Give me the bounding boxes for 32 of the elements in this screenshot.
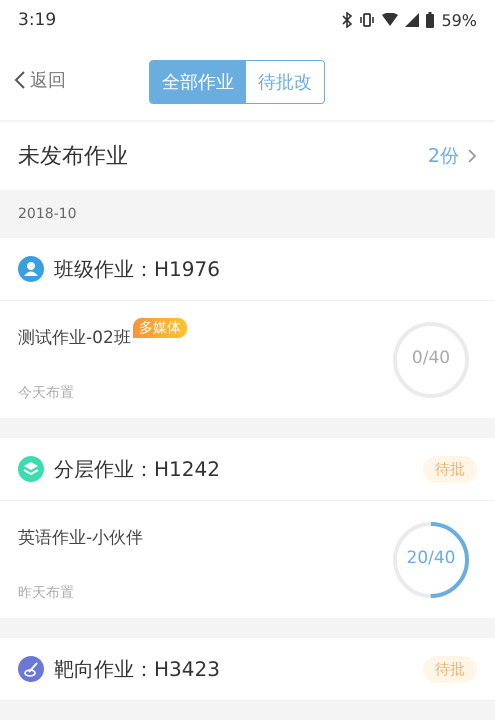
homework-name: 英语作业-小伙伴 <box>18 526 144 548</box>
date-header: 2018-10 <box>18 206 76 222</box>
media-tag: 多媒体 <box>132 318 187 338</box>
battery-level: 59% <box>441 10 477 30</box>
back-icon <box>14 70 26 90</box>
unpublished-count: 2份 <box>428 144 459 169</box>
battery-icon <box>426 12 434 28</box>
wifi-icon <box>382 13 398 27</box>
homework-card[interactable]: 分层作业：H1242 待批 英语作业-小伙伴 昨天布置 20/40 <box>0 438 495 618</box>
back-button[interactable]: 返回 <box>14 68 66 92</box>
person-icon <box>18 256 44 282</box>
progress-reading: 0/40 <box>410 348 452 368</box>
homework-title: 班级作业：H1976 <box>54 256 221 282</box>
homework-title: 分层作业：H1242 <box>54 456 221 482</box>
pending-badge: 待批 <box>423 656 477 682</box>
progress-reading: 20/40 <box>406 548 456 568</box>
assigned-date: 今天布置 <box>18 384 75 402</box>
target-icon <box>18 656 44 682</box>
homework-card[interactable]: 班级作业：H1976 测试作业-02班 多媒体 今天布置 0/40 <box>0 238 495 418</box>
homework-card[interactable]: 靶向作业：H3423 待批 <box>0 638 495 701</box>
homework-name: 测试作业-02班 <box>18 326 131 348</box>
status-time: 3:19 <box>18 10 56 30</box>
unpublished-row[interactable]: 未发布作业 2份 <box>0 122 495 190</box>
unpublished-title: 未发布作业 <box>18 143 129 171</box>
vibrate-icon <box>359 12 376 28</box>
layers-icon <box>18 456 44 482</box>
homework-title: 靶向作业：H3423 <box>54 656 221 682</box>
assigned-date: 昨天布置 <box>18 584 75 602</box>
signal-icon <box>405 13 420 27</box>
chevron-icon <box>467 148 477 164</box>
pending-badge: 待批 <box>423 456 477 482</box>
bluetooth-icon <box>342 12 352 28</box>
